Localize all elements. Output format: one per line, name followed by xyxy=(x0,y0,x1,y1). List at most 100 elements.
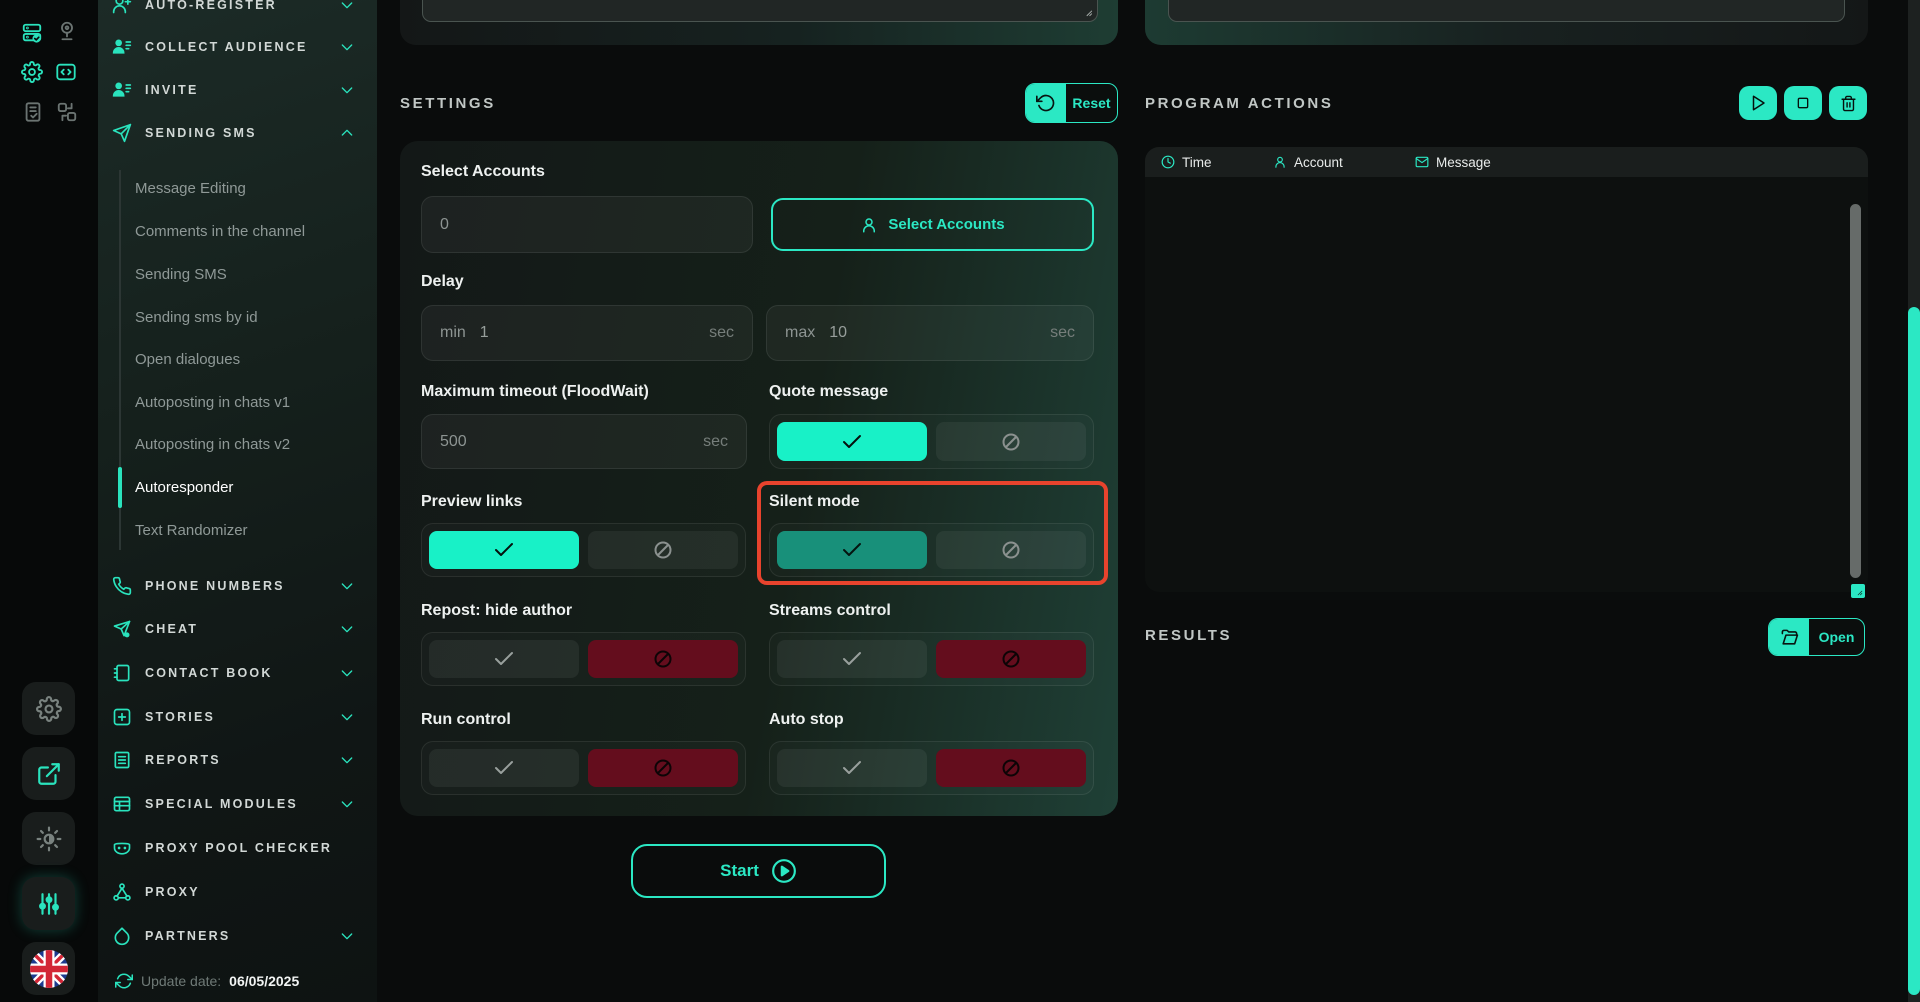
users-icon xyxy=(112,80,132,100)
chevron-down-icon xyxy=(339,709,355,725)
run-actions-button[interactable] xyxy=(1739,86,1777,120)
sidebar-subitem-autoposting-v2[interactable]: Autoposting in chats v2 xyxy=(135,424,369,464)
sidebar-item-label: PROXY POOL CHECKER xyxy=(145,841,332,855)
webcam-icon[interactable] xyxy=(56,20,78,42)
delay-min-input[interactable]: min 1 sec xyxy=(421,305,753,361)
toggle-no-button[interactable] xyxy=(588,531,738,569)
document-check-icon[interactable] xyxy=(22,101,44,123)
clear-actions-button[interactable] xyxy=(1829,86,1867,120)
update-date-value: 06/05/2025 xyxy=(229,973,299,989)
sidebar-item-collect-audience[interactable]: COLLECT AUDIENCE xyxy=(112,27,369,67)
table-scrollbar[interactable] xyxy=(1850,204,1861,578)
toggle-yes-button[interactable] xyxy=(777,640,927,678)
sidebar-item-invite[interactable]: INVITE xyxy=(112,70,369,110)
toggle-no-button[interactable] xyxy=(588,749,738,787)
reset-button[interactable]: Reset xyxy=(1025,83,1118,123)
refresh-icon[interactable] xyxy=(115,972,133,990)
toggle-yes-button[interactable] xyxy=(429,531,579,569)
main-content: SETTINGS Reset Select Accounts 0 Select … xyxy=(377,0,1920,1002)
toggle-yes-button[interactable] xyxy=(777,749,927,787)
toggle-yes-button[interactable] xyxy=(429,749,579,787)
auto-stop-label: Auto stop xyxy=(769,711,844,729)
select-accounts-label: Select Accounts xyxy=(421,163,545,181)
notes-textarea[interactable] xyxy=(422,0,1098,22)
sidebar-item-phone-numbers[interactable]: PHONE NUMBERS xyxy=(112,566,369,606)
page-scrollbar-thumb[interactable] xyxy=(1908,307,1920,995)
update-date-label: Update date: xyxy=(141,973,221,989)
page-scrollbar-track[interactable] xyxy=(1908,0,1920,1002)
toggle-no-button[interactable] xyxy=(936,749,1086,787)
quote-message-toggle xyxy=(769,414,1094,469)
sidebar-item-partners[interactable]: PARTNERS xyxy=(112,916,369,956)
settings-rail-button[interactable] xyxy=(22,682,75,735)
sidebar-item-reports[interactable]: REPORTS xyxy=(112,740,369,780)
repost-hide-author-toggle xyxy=(421,632,746,686)
droplet-icon xyxy=(112,926,132,946)
sliders-rail-button[interactable] xyxy=(22,877,75,930)
external-link-rail-button[interactable] xyxy=(22,747,75,800)
gear-icon[interactable] xyxy=(21,61,43,83)
server-check-icon[interactable] xyxy=(21,22,43,44)
timeout-input[interactable]: 500 sec xyxy=(421,414,747,469)
sidebar-item-label: COLLECT AUDIENCE xyxy=(145,40,308,54)
sidebar-item-cheat[interactable]: CHEAT xyxy=(112,609,369,649)
sidebar-subitem-comments-in-the-channel[interactable]: Comments in the channel xyxy=(135,211,369,251)
quote-message-label: Quote message xyxy=(769,383,888,401)
sidebar-item-label: PROXY xyxy=(145,885,200,899)
table-resize-handle[interactable] xyxy=(1851,584,1865,598)
toggle-no-button[interactable] xyxy=(936,640,1086,678)
delay-max-input[interactable]: max 10 sec xyxy=(766,305,1094,361)
sidebar-subitem-text-randomizer[interactable]: Text Randomizer xyxy=(135,510,369,550)
sidebar-item-auto-register[interactable]: AUTO-REGISTER xyxy=(112,0,369,25)
brightness-icon xyxy=(36,826,62,852)
select-accounts-button[interactable]: Select Accounts xyxy=(771,198,1094,251)
sidebar-item-proxy-pool-checker[interactable]: PROXY POOL CHECKER xyxy=(112,828,369,868)
sidebar-subitem-sending-sms-by-id[interactable]: Sending sms by id xyxy=(135,297,369,337)
column-message[interactable]: Message xyxy=(1415,155,1491,170)
theme-brightness-button[interactable] xyxy=(22,812,75,865)
sidebar-item-sending-sms[interactable]: SENDING SMS xyxy=(112,113,369,153)
toggle-no-button[interactable] xyxy=(936,422,1086,461)
program-actions-table: Time Account Message xyxy=(1145,147,1868,592)
open-results-button[interactable]: Open xyxy=(1768,618,1865,656)
sidebar-subitem-autoresponder[interactable]: Autoresponder xyxy=(135,467,369,507)
sidebar-item-special-modules[interactable]: SPECIAL MODULES xyxy=(112,784,369,824)
sidebar-item-label: PHONE NUMBERS xyxy=(145,579,285,593)
ban-icon xyxy=(999,430,1023,454)
silent-mode-label: Silent mode xyxy=(769,493,860,511)
sidebar-item-proxy[interactable]: PROXY xyxy=(112,872,369,912)
swap-icon[interactable] xyxy=(56,101,78,123)
toggle-yes-button[interactable] xyxy=(429,640,579,678)
settings-title: SETTINGS xyxy=(400,95,496,112)
resize-handle-icon[interactable] xyxy=(1082,6,1093,17)
right-top-input[interactable] xyxy=(1168,0,1845,22)
open-label: Open xyxy=(1809,619,1864,655)
results-title: RESULTS xyxy=(1145,627,1232,644)
ban-icon xyxy=(651,647,675,671)
toggle-yes-button[interactable] xyxy=(777,422,927,461)
sidebar-subitem-message-editing[interactable]: Message Editing xyxy=(135,168,369,208)
accounts-count-input[interactable]: 0 xyxy=(421,196,753,253)
column-time[interactable]: Time xyxy=(1161,155,1212,170)
sidebar-subitem-open-dialogues[interactable]: Open dialogues xyxy=(135,339,369,379)
auto-stop-toggle xyxy=(769,741,1094,795)
folder-open-icon xyxy=(1780,628,1799,647)
toggle-yes-button[interactable] xyxy=(777,531,927,569)
language-flag-button[interactable] xyxy=(22,942,75,995)
sidebar-subitem-sending-sms[interactable]: Sending SMS xyxy=(135,254,369,294)
check-icon xyxy=(492,647,516,671)
sidebar-item-stories[interactable]: STORIES xyxy=(112,697,369,737)
stop-actions-button[interactable] xyxy=(1784,86,1822,120)
column-account[interactable]: Account xyxy=(1273,155,1343,170)
code-window-icon[interactable] xyxy=(55,61,77,83)
sidebar-subitem-autoposting-v1[interactable]: Autoposting in chats v1 xyxy=(135,382,369,422)
sidebar-item-label: INVITE xyxy=(145,83,198,97)
sidebar-item-contact-book[interactable]: CONTACT BOOK xyxy=(112,653,369,693)
toggle-no-button[interactable] xyxy=(588,640,738,678)
start-button[interactable]: Start xyxy=(631,844,886,898)
chevron-down-icon xyxy=(339,928,355,944)
toggle-no-button[interactable] xyxy=(936,531,1086,569)
paper-plane-dot-icon xyxy=(112,619,132,639)
sidebar-item-label: REPORTS xyxy=(145,753,221,767)
sidebar-item-label: PARTNERS xyxy=(145,929,230,943)
